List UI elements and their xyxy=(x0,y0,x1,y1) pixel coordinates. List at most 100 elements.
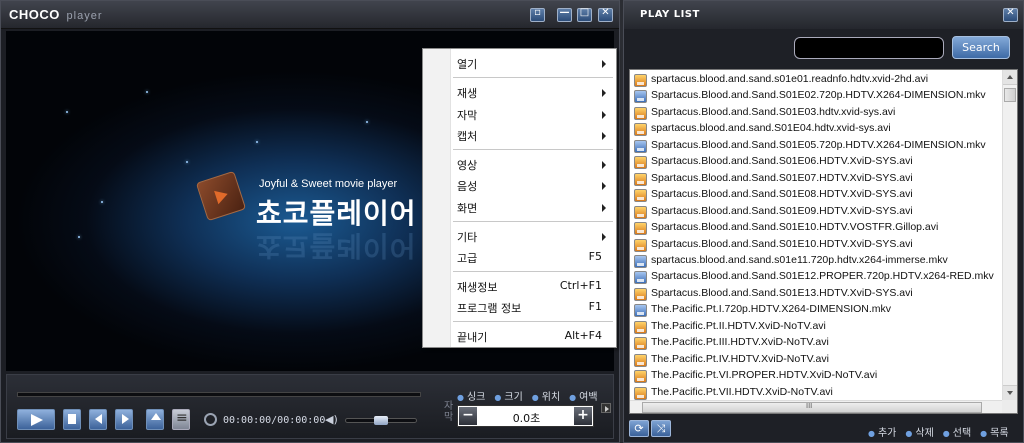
playlist-item[interactable]: Spartacus.Blood.and.Sand.S01E13.HDTV.Xvi… xyxy=(632,286,998,302)
mkv-file-icon xyxy=(634,90,647,104)
speaker-icon[interactable]: ◀) xyxy=(325,413,338,426)
playlist-item[interactable]: Spartacus.Blood.and.Sand.S01E03.hdtv.xvi… xyxy=(632,105,998,121)
playlist-item[interactable]: Spartacus.Blood.and.Sand.S01E06.HDTV.Xvi… xyxy=(632,154,998,170)
playlist-item[interactable]: Spartacus.Blood.and.Sand.S01E08.HDTV.Xvi… xyxy=(632,187,998,203)
playlist-item[interactable]: The.Pacific.Pt.IV.HDTV.XviD-NoTV.avi xyxy=(632,352,998,368)
menu-item-label: 영상 xyxy=(457,159,478,172)
menu-item-subtitle[interactable]: 자막 xyxy=(423,103,616,125)
action-add[interactable]: 추가 xyxy=(868,428,896,439)
menu-item-screen[interactable]: 화면 xyxy=(423,196,616,218)
volume-knob[interactable] xyxy=(374,416,388,425)
menu-item-play[interactable]: 재생 xyxy=(423,81,616,103)
playlist-item[interactable]: The.Pacific.Pt.III.HDTV.XviD-NoTV.avi xyxy=(632,335,998,351)
stop-button[interactable] xyxy=(63,409,81,430)
mini-mode-button[interactable]: ▫ xyxy=(530,7,545,22)
subtitle-label: 자막 xyxy=(444,401,454,423)
playlist-item[interactable]: Spartacus.Blood.and.Sand.S01E12.PROPER.7… xyxy=(632,269,998,285)
playlist-item[interactable]: The.Pacific.Pt.II.HDTV.XviD-NoTV.avi xyxy=(632,319,998,335)
playlist-item[interactable]: spartacus.blood.and.sand.s01e11.720p.hdt… xyxy=(632,253,998,269)
play-button[interactable] xyxy=(17,409,55,430)
option-size[interactable]: 크기 xyxy=(494,392,522,403)
menu-item-program-info[interactable]: 프로그램 정보 F1 xyxy=(423,296,616,318)
playlist-item-name: Spartacus.Blood.and.Sand.S01E10.HDTV.Xvi… xyxy=(651,237,913,250)
action-select[interactable]: 선택 xyxy=(943,428,971,439)
playlist-item[interactable]: Spartacus.Blood.and.Sand.S01E10.HDTV.Xvi… xyxy=(632,237,998,253)
context-menu: 열기 재생 자막 캡처 영상 음성 화면 기타 고급 F5 재생정보 Ctrl+F1… xyxy=(422,48,617,348)
horizontal-scrollbar[interactable]: III xyxy=(630,400,1002,413)
sync-decrease-button[interactable]: − xyxy=(459,407,477,425)
action-list[interactable]: 목록 xyxy=(980,428,1008,439)
playlist-item[interactable]: Spartacus.Blood.and.Sand.S01E10.HDTV.VOS… xyxy=(632,220,998,236)
playlist-titlebar[interactable]: PLAY LIST ✕ xyxy=(624,1,1023,29)
menu-item-label: 음성 xyxy=(457,180,478,193)
shuffle-button[interactable]: ⤨ xyxy=(651,420,671,437)
playlist-actions: 추가 삭제 선택 목록 xyxy=(868,424,1018,439)
menu-item-label: 끝내기 xyxy=(457,331,488,344)
playlist-item-name: Spartacus.Blood.and.Sand.S01E10.HDTV.VOS… xyxy=(651,221,939,234)
player-titlebar[interactable]: CHOCO player ▫ — □ ✕ xyxy=(1,1,619,29)
menu-item-exit[interactable]: 끝내기 Alt+F4 xyxy=(423,325,616,347)
minimize-icon: — xyxy=(559,7,570,18)
playlist-item[interactable]: Spartacus.Blood.and.Sand.S01E05.720p.HDT… xyxy=(632,138,998,154)
playlist-item-name: The.Pacific.Pt.IV.HDTV.XviD-NoTV.avi xyxy=(651,352,829,365)
previous-button[interactable] xyxy=(89,409,107,430)
playlist-item[interactable]: The.Pacific.Pt.VI.PROPER.HDTV.XviD-NoTV.… xyxy=(632,368,998,384)
film-reel-icon[interactable] xyxy=(204,413,217,426)
submenu-arrow-icon xyxy=(602,233,606,241)
scroll-down-icon[interactable] xyxy=(1003,385,1017,400)
menu-item-open[interactable]: 열기 xyxy=(423,52,616,74)
search-input[interactable] xyxy=(794,37,944,59)
minimize-button[interactable]: — xyxy=(557,7,572,22)
playlist-item[interactable]: Spartacus.Blood.and.Sand.S01E02.720p.HDT… xyxy=(632,88,998,104)
option-margin[interactable]: 여백 xyxy=(569,392,597,403)
expand-arrow-icon[interactable] xyxy=(601,403,611,413)
star-decoration xyxy=(101,201,103,203)
playlist-item[interactable]: Spartacus.Blood.and.Sand.S01E09.HDTV.Xvi… xyxy=(632,204,998,220)
tagline: Joyful & Sweet movie player xyxy=(259,178,398,190)
playlist-item[interactable]: The.Pacific.Pt.VII.HDTV.XviD-NoTV.avi xyxy=(632,385,998,401)
open-file-button[interactable] xyxy=(146,409,164,430)
vertical-scrollbar[interactable] xyxy=(1002,70,1017,400)
playlist-item[interactable]: The.Pacific.Pt.I.720p.HDTV.X264-DIMENSIO… xyxy=(632,302,998,318)
option-sync[interactable]: 싱크 xyxy=(457,392,485,403)
playlist-close-button[interactable]: ✕ xyxy=(1003,7,1018,22)
hscroll-thumb[interactable]: III xyxy=(642,402,982,413)
avi-file-icon xyxy=(634,337,647,351)
star-decoration xyxy=(186,161,188,163)
menu-separator xyxy=(453,149,613,150)
menu-item-video[interactable]: 영상 xyxy=(423,153,616,175)
close-button[interactable]: ✕ xyxy=(598,7,613,22)
seek-bar[interactable] xyxy=(17,392,421,397)
submenu-arrow-icon xyxy=(602,111,606,119)
player-window: CHOCO player ▫ — □ ✕ Joyful & Sweet movi… xyxy=(0,0,620,443)
menu-item-label: 캡처 xyxy=(457,130,478,143)
avi-file-icon xyxy=(634,222,647,236)
menu-item-playback-info[interactable]: 재생정보 Ctrl+F1 xyxy=(423,275,616,297)
option-position[interactable]: 위치 xyxy=(532,392,560,403)
menu-item-label: 고급 xyxy=(457,252,478,265)
playlist-item-name: The.Pacific.Pt.II.HDTV.XviD-NoTV.avi xyxy=(651,319,826,332)
playlist-toggle-button[interactable] xyxy=(172,409,190,430)
scroll-thumb[interactable] xyxy=(1004,88,1016,102)
search-button[interactable]: Search xyxy=(952,36,1010,59)
playlist-item-name: Spartacus.Blood.and.Sand.S01E07.HDTV.Xvi… xyxy=(651,171,913,184)
playlist-item[interactable]: spartacus.blood.and.sand.S01E04.hdtv.xvi… xyxy=(632,121,998,137)
playlist-item-name: Spartacus.Blood.and.Sand.S01E09.HDTV.Xvi… xyxy=(651,204,913,217)
next-button[interactable] xyxy=(115,409,133,430)
mkv-file-icon xyxy=(634,139,647,153)
menu-item-etc[interactable]: 기타 xyxy=(423,225,616,247)
action-delete[interactable]: 삭제 xyxy=(905,428,933,439)
sync-increase-button[interactable]: + xyxy=(574,407,592,425)
volume-slider[interactable] xyxy=(345,416,417,425)
playlist-item[interactable]: spartacus.blood.and.sand.s01e01.readnfo.… xyxy=(632,72,998,88)
menu-item-advanced[interactable]: 고급 F5 xyxy=(423,246,616,268)
playlist-item[interactable]: Spartacus.Blood.and.Sand.S01E07.HDTV.Xvi… xyxy=(632,171,998,187)
repeat-button[interactable]: ⟳ xyxy=(629,420,649,437)
scroll-up-icon[interactable] xyxy=(1003,70,1017,85)
maximize-button[interactable]: □ xyxy=(577,7,592,22)
playlist-item-name: Spartacus.Blood.and.Sand.S01E02.720p.HDT… xyxy=(651,89,986,102)
avi-file-icon xyxy=(634,386,647,400)
mkv-file-icon xyxy=(634,304,647,318)
menu-item-audio[interactable]: 음성 xyxy=(423,174,616,196)
menu-item-capture[interactable]: 캡처 xyxy=(423,124,616,146)
